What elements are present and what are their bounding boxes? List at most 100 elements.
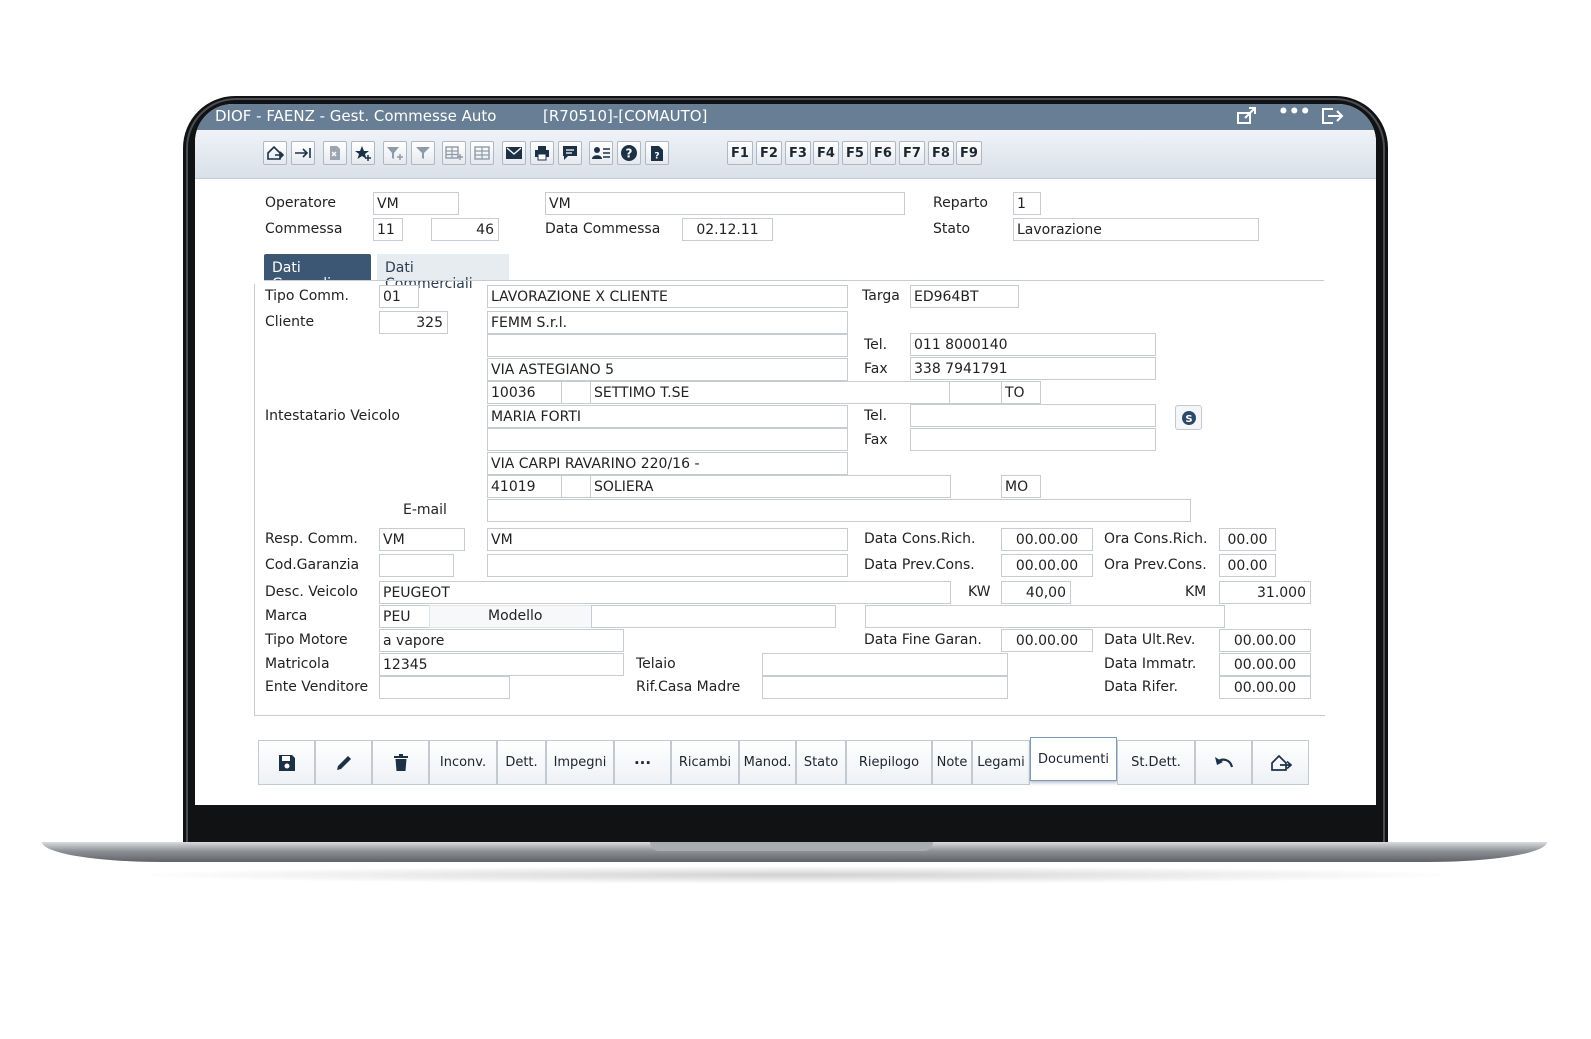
fkey-f4[interactable]: F4 xyxy=(813,141,839,165)
data-ult-rev-field[interactable]: 00.00.00 xyxy=(1219,629,1311,652)
resp-comm-code-field[interactable]: VM xyxy=(379,528,465,551)
data-rifer-field[interactable]: 00.00.00 xyxy=(1219,676,1311,699)
modello-desc-field[interactable] xyxy=(865,605,1225,628)
fkey-f8[interactable]: F8 xyxy=(928,141,954,165)
skype-call-button[interactable]: S xyxy=(1175,405,1202,430)
reparto-field[interactable]: 1 xyxy=(1013,192,1041,215)
cliente-line2-field[interactable] xyxy=(487,334,848,357)
exit-window-icon[interactable] xyxy=(1319,106,1345,131)
delete-button[interactable] xyxy=(372,740,429,785)
cliente-fax-field[interactable]: 338 7941791 xyxy=(910,357,1156,380)
undo-button[interactable] xyxy=(1195,740,1252,785)
edit-button[interactable] xyxy=(315,740,372,785)
fkey-f6[interactable]: F6 xyxy=(870,141,896,165)
fkey-f5[interactable]: F5 xyxy=(842,141,868,165)
ente-venditore-field[interactable] xyxy=(379,676,510,699)
email-icon[interactable] xyxy=(502,141,526,165)
cliente-prov-field[interactable]: TO xyxy=(1001,381,1041,404)
cod-garanzia-desc-field[interactable] xyxy=(487,554,848,577)
note-button[interactable]: Note xyxy=(932,740,972,785)
operatore-code-field[interactable]: VM xyxy=(373,192,459,215)
data-prev-cons-field[interactable]: 00.00.00 xyxy=(1001,554,1093,577)
fkey-f7[interactable]: F7 xyxy=(899,141,925,165)
intestatario-frazione-field[interactable] xyxy=(561,475,591,498)
resp-comm-name-field[interactable]: VM xyxy=(487,528,848,551)
print-icon[interactable] xyxy=(530,141,554,165)
exit-button[interactable] xyxy=(1252,740,1309,785)
targa-field[interactable]: ED964BT xyxy=(910,285,1019,308)
intestatario-fax-field[interactable] xyxy=(910,428,1156,451)
intestatario-line2-field[interactable] xyxy=(487,428,848,451)
matricola-field[interactable]: 12345 xyxy=(379,653,624,676)
marca-field[interactable]: PEU xyxy=(379,605,431,628)
document-icon[interactable] xyxy=(323,141,347,165)
tipo-motore-field[interactable]: a vapore xyxy=(379,629,624,652)
riepilogo-button[interactable]: Riepilogo xyxy=(846,740,932,785)
data-cons-rich-field[interactable]: 00.00.00 xyxy=(1001,528,1093,551)
email-field[interactable] xyxy=(487,499,1191,522)
help-icon[interactable]: ? xyxy=(617,141,641,165)
intestatario-address-field[interactable]: VIA CARPI RAVARINO 220/16 - xyxy=(487,452,848,475)
ora-prev-cons-field[interactable]: 00.00 xyxy=(1219,554,1276,577)
kw-field[interactable]: 40,00 xyxy=(1001,581,1071,604)
stato-field[interactable]: Lavorazione xyxy=(1013,218,1259,241)
cliente-frazione-field[interactable] xyxy=(561,381,591,404)
tab-dati-commerciali[interactable]: Dati Commerciali xyxy=(377,254,509,292)
documenti-button[interactable]: Documenti xyxy=(1030,737,1117,781)
km-field[interactable]: 31.000 xyxy=(1219,581,1311,604)
tipo-comm-desc-field[interactable]: LAVORAZIONE X CLIENTE xyxy=(487,285,848,308)
intestatario-city-field[interactable]: SOLIERA xyxy=(590,475,951,498)
cliente-name-field[interactable]: FEMM S.r.l. xyxy=(487,311,848,334)
data-immatr-field[interactable]: 00.00.00 xyxy=(1219,653,1311,676)
intestatario-cap-field[interactable]: 41019 xyxy=(487,475,563,498)
user-list-icon[interactable] xyxy=(589,141,613,165)
ora-cons-rich-field[interactable]: 00.00 xyxy=(1219,528,1276,551)
tab-forward-icon[interactable] xyxy=(291,141,315,165)
favorites-add-icon[interactable] xyxy=(351,141,375,165)
desc-veicolo-field[interactable]: PEUGEOT xyxy=(379,581,951,604)
table-icon[interactable] xyxy=(470,141,494,165)
commessa-anno-field[interactable]: 11 xyxy=(373,218,403,241)
cod-garanzia-code-field[interactable] xyxy=(379,554,454,577)
st-dett-button[interactable]: St.Dett. xyxy=(1117,740,1195,785)
cliente-cap-field[interactable]: 10036 xyxy=(487,381,563,404)
fkey-f2[interactable]: F2 xyxy=(756,141,782,165)
cliente-tel-field[interactable]: 011 8000140 xyxy=(910,333,1156,356)
home-exit-icon[interactable] xyxy=(263,141,287,165)
data-fine-garan-field[interactable]: 00.00.00 xyxy=(1001,629,1093,652)
more-actions-button[interactable]: ··· xyxy=(614,740,671,785)
chat-icon[interactable] xyxy=(558,141,582,165)
document-info-icon[interactable]: ? xyxy=(645,141,669,165)
save-button[interactable] xyxy=(258,740,315,785)
cliente-blank-field[interactable] xyxy=(949,381,1003,404)
impegni-button[interactable]: Impegni xyxy=(546,740,614,785)
intestatario-prov-field[interactable]: MO xyxy=(1001,475,1041,498)
fkey-f1[interactable]: F1 xyxy=(727,141,753,165)
intestatario-tel-field[interactable] xyxy=(910,404,1156,427)
more-options-icon[interactable]: ••• xyxy=(1278,104,1311,122)
filter-add-icon[interactable] xyxy=(383,141,407,165)
operatore-name-field[interactable]: VM xyxy=(545,192,905,215)
cliente-address-field[interactable]: VIA ASTEGIANO 5 xyxy=(487,358,848,381)
table-add-icon[interactable] xyxy=(442,141,466,165)
fkey-f9[interactable]: F9 xyxy=(956,141,982,165)
inconv-button[interactable]: Inconv. xyxy=(429,740,497,785)
commessa-numero-field[interactable]: 46 xyxy=(431,218,499,241)
data-commessa-field[interactable]: 02.12.11 xyxy=(682,218,773,241)
manod-button[interactable]: Manod. xyxy=(739,740,796,785)
filter-icon[interactable] xyxy=(411,141,435,165)
modello-field[interactable] xyxy=(591,605,836,628)
legami-button[interactable]: Legami xyxy=(972,740,1030,785)
telaio-field[interactable] xyxy=(762,653,1008,676)
cliente-city-field[interactable]: SETTIMO T.SE xyxy=(590,381,951,404)
rif-casa-madre-field[interactable] xyxy=(762,676,1008,699)
tab-dati-generali[interactable]: Dati Generali xyxy=(264,254,371,292)
detach-window-icon[interactable] xyxy=(1235,106,1259,131)
fkey-f3[interactable]: F3 xyxy=(785,141,811,165)
ricambi-button[interactable]: Ricambi xyxy=(671,740,739,785)
intestatario-name-field[interactable]: MARIA FORTI xyxy=(487,405,848,428)
cliente-code-field[interactable]: 325 xyxy=(379,311,448,334)
stato-button[interactable]: Stato xyxy=(796,740,846,785)
tipo-comm-code-field[interactable]: 01 xyxy=(379,285,419,308)
dett-button[interactable]: Dett. xyxy=(497,740,546,785)
